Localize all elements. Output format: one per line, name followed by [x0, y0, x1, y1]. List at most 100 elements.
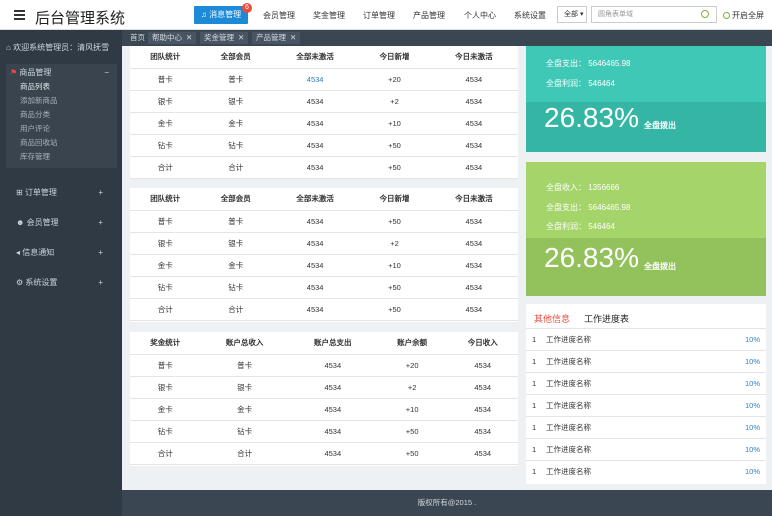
table-cell: 普卡 — [130, 354, 201, 377]
nav-settings[interactable]: 系统设置 — [514, 10, 546, 21]
message-management-button[interactable]: ♫ 消息管理 — [194, 6, 248, 24]
table-cell: 普卡 — [200, 354, 289, 377]
sidebar-sections: ⊞ 订单管理 + ☻ 会员管理 + ◂ 信息通知 + ⚙ 系统设置 + — [6, 178, 117, 298]
table-cell: 普卡 — [200, 210, 272, 233]
table-cell[interactable]: 4534 — [271, 68, 360, 91]
welcome-label: 欢迎系统管理员：清风抚雪 — [13, 43, 110, 52]
table-cell: 4534 — [447, 354, 518, 377]
percent-label: 全盘拨出 — [644, 121, 676, 130]
table-cell: 4534 — [271, 298, 360, 321]
column-header: 账户余额 — [376, 332, 448, 355]
table-cell: 4534 — [429, 112, 518, 135]
table-row: 金卡 金卡 4534 +10 4534 — [130, 112, 518, 135]
table-cell: 4534 — [447, 398, 518, 421]
close-icon[interactable]: ✕ — [290, 33, 296, 42]
table-cell: 4534 — [447, 376, 518, 399]
column-header: 账户总收入 — [200, 332, 289, 355]
team-stats-table: 团队统计 全部会员 全部未激活 今日新增 今日未激活 普卡 普卡 4534 +20 4534 银卡银… — [130, 46, 518, 179]
nav-member[interactable]: 会员管理 — [263, 10, 295, 21]
table-row: 钻卡 钻卡 4534 +50 4534 — [130, 134, 518, 157]
table-cell: 4534 — [429, 276, 518, 299]
tab-home[interactable]: 首页 — [126, 32, 149, 44]
submenu-product-list[interactable]: 商品列表 — [6, 80, 117, 94]
search-input[interactable]: 圆角表单域 — [591, 6, 717, 23]
row-number: 1 — [532, 445, 537, 454]
tab-other-info[interactable]: 其他信息 — [534, 312, 570, 325]
progress-row: 1 工作进度名称 10% — [526, 394, 766, 416]
tab-product[interactable]: 产品管理 ✕ — [252, 32, 301, 44]
submenu-recycle-bin[interactable]: 商品回收站 — [6, 136, 117, 150]
progress-percent: 10% — [744, 401, 760, 410]
table-cell: 4534 — [429, 210, 518, 233]
sidebar-item-system[interactable]: ⚙ 系统设置 + — [6, 268, 117, 298]
progress-row: 1 工作进度名称 10% — [526, 460, 766, 482]
progress-percent: 10% — [744, 445, 760, 454]
table-cell: +2 — [376, 376, 448, 399]
expand-icon: + — [98, 188, 103, 197]
tab-work-progress[interactable]: 工作进度表 — [584, 312, 629, 325]
table-cell: 4534 — [429, 232, 518, 255]
table-cell: +10 — [359, 254, 430, 277]
progress-name: 工作进度名称 — [546, 423, 591, 432]
table-cell: 钻卡 — [200, 420, 289, 443]
submenu-add-product[interactable]: 添加新商品 — [6, 94, 117, 108]
sidebar-item-notifications[interactable]: ◂ 信息通知 + — [6, 238, 117, 268]
row-number: 1 — [532, 379, 537, 388]
tab-label: 产品管理 — [256, 33, 286, 42]
total-income: 全盘收入： 1356666 — [546, 183, 620, 192]
close-icon[interactable]: ✕ — [186, 33, 192, 42]
column-header: 今日收入 — [447, 332, 518, 355]
column-header: 团队统计 — [130, 46, 201, 69]
summary-card-green: 全盘收入： 1356666 全盘支出： 5646465.98 全盘利润： 546… — [526, 162, 766, 296]
table-cell: 4534 — [271, 112, 360, 135]
close-icon[interactable]: ✕ — [238, 33, 244, 42]
table-cell: 4534 — [288, 354, 377, 377]
nav-order[interactable]: 订单管理 — [363, 10, 395, 21]
hamburger-menu-icon[interactable] — [14, 10, 25, 20]
table-row: 普卡 普卡 4534 +50 4534 — [130, 210, 518, 233]
search-icon[interactable] — [701, 10, 709, 18]
table-cell: 钻卡 — [130, 276, 201, 299]
sidebar-item-label: 会员管理 — [26, 218, 59, 227]
sidebar-group-product: ⚑ 商品管理 − 商品列表 添加新商品 商品分类 用户评论 商品回收站 库存管理 — [6, 64, 117, 168]
table-cell: 银卡 — [200, 232, 272, 255]
row-number: 1 — [532, 357, 537, 366]
nav-product[interactable]: 产品管理 — [413, 10, 445, 21]
table-cell: 4534 — [447, 420, 518, 443]
nav-bonus[interactable]: 奖金管理 — [313, 10, 345, 21]
submenu-product-category[interactable]: 商品分类 — [6, 108, 117, 122]
sidebar-item-orders[interactable]: ⊞ 订单管理 + — [6, 178, 117, 208]
table-cell: 4534 — [447, 442, 518, 465]
table-cell: 合计 — [200, 442, 289, 465]
search-scope-select[interactable]: 全部 ▾ — [557, 6, 587, 23]
fullscreen-button[interactable]: 开启全屏 — [723, 10, 764, 21]
progress-percent: 10% — [744, 379, 760, 388]
submenu-user-comments[interactable]: 用户评论 — [6, 122, 117, 136]
submenu-inventory[interactable]: 库存管理 — [6, 150, 117, 164]
tab-help[interactable]: 帮助中心 ✕ — [148, 32, 197, 44]
nav-personal[interactable]: 个人中心 — [464, 10, 496, 21]
table-cell: 4534 — [271, 156, 360, 179]
row-number: 1 — [532, 401, 537, 410]
team-stats-table-2: 团队统计 全部会员 全部未激活 今日新增 今日未激活 普卡 普卡 4534 +50 4534 银卡银… — [130, 188, 518, 322]
table-row: 普卡 普卡 4534 +20 4534 — [130, 354, 518, 377]
table-cell: 4534 — [429, 68, 518, 91]
sidebar-item-label: 订单管理 — [24, 188, 57, 197]
sidebar-item-members[interactable]: ☻ 会员管理 + — [6, 208, 117, 238]
table-cell: 银卡 — [200, 376, 289, 399]
tab-bonus[interactable]: 奖金管理 ✕ — [200, 32, 249, 44]
table-cell: +20 — [359, 68, 430, 91]
tab-label: 首页 — [130, 33, 145, 42]
total-expense: 全盘支出： 5646465.98 — [546, 203, 631, 212]
collapse-icon[interactable]: − — [104, 66, 109, 80]
table-cell: 普卡 — [130, 68, 201, 91]
table-row: 钻卡 钻卡 4534 +50 4534 — [130, 420, 518, 443]
table-cell: 普卡 — [130, 210, 201, 233]
tab-label: 奖金管理 — [204, 33, 234, 42]
fullscreen-label: 开启全屏 — [732, 11, 764, 20]
column-header: 今日新增 — [359, 46, 430, 69]
sidebar-item-product[interactable]: ⚑ 商品管理 − — [6, 66, 117, 80]
cart-icon: ⊞ — [16, 188, 23, 197]
table-row: 合计 合计 4534 +50 4534 — [130, 156, 518, 179]
table-cell: 钻卡 — [200, 134, 272, 157]
